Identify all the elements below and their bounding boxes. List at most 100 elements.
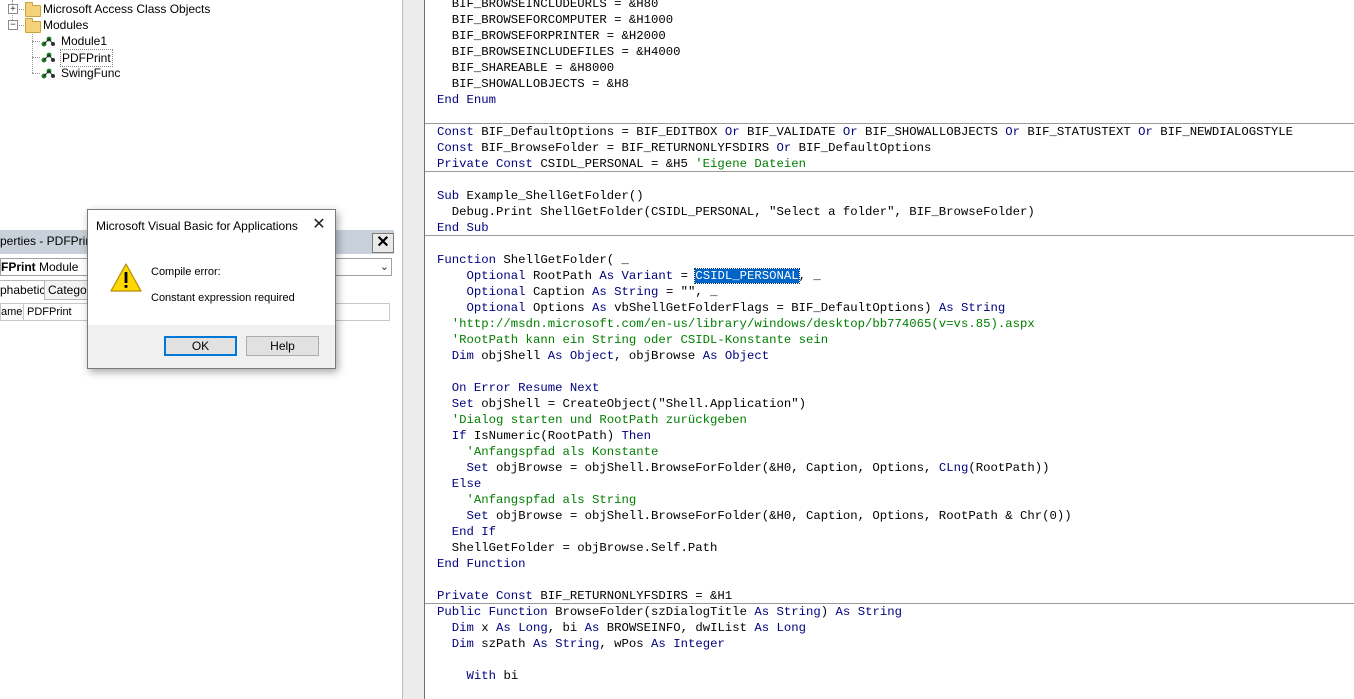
code-line[interactable]: Public Function BrowseFolder(szDialogTit… bbox=[437, 604, 902, 620]
code-line[interactable]: Optional Options As vbShellGetFolderFlag… bbox=[437, 300, 1006, 316]
help-button[interactable]: Help bbox=[246, 336, 319, 356]
code-keyword: As bbox=[592, 301, 607, 315]
chevron-down-icon[interactable]: ⌄ bbox=[380, 260, 389, 273]
code-line[interactable]: BIF_SHOWALLOBJECTS = &H8 bbox=[437, 76, 629, 92]
code-text: objBrowse = objShell.BrowseForFolder(&H0… bbox=[488, 509, 1072, 523]
expand-plus-icon[interactable]: + bbox=[8, 4, 18, 14]
code-line[interactable]: 'http://msdn.microsoft.com/en-us/library… bbox=[437, 316, 1035, 332]
code-text: BrowseFolder(szDialogTitle bbox=[547, 605, 755, 619]
code-line[interactable]: 'Anfangspfad als String bbox=[437, 492, 637, 508]
code-line[interactable]: With bi bbox=[437, 668, 519, 684]
property-value[interactable]: PDFPrint bbox=[27, 304, 72, 320]
tree-item-label: Modules bbox=[43, 18, 89, 32]
code-line[interactable]: Function ShellGetFolder( _ bbox=[437, 252, 629, 268]
code-keyword: If bbox=[451, 429, 467, 443]
property-name: ame) bbox=[1, 304, 24, 320]
code-text: BIF_STATUSTEXT bbox=[1020, 125, 1139, 139]
project-explorer-tree: + Microsoft Access Class Objects − Modul… bbox=[0, 0, 402, 230]
code-comment: 'Eigene Dateien bbox=[695, 157, 806, 171]
code-line[interactable]: End If bbox=[437, 524, 496, 540]
code-line[interactable]: Dim x As Long, bi As BROWSEINFO, dwIList… bbox=[437, 620, 806, 636]
code-line[interactable]: Private Const CSIDL_PERSONAL = &H5 'Eige… bbox=[437, 156, 806, 172]
code-comment: 'http://msdn.microsoft.com/en-us/library… bbox=[451, 317, 1035, 331]
code-keyword: Or bbox=[776, 141, 792, 155]
dialog-close-button[interactable]: ✕ bbox=[310, 216, 328, 234]
code-line[interactable]: Optional RootPath As Variant = CSIDL_PER… bbox=[437, 268, 821, 284]
code-line[interactable]: BIF_BROWSEFORCOMPUTER = &H1000 bbox=[437, 12, 673, 28]
properties-close-button[interactable]: ✕ bbox=[372, 233, 394, 253]
code-line[interactable]: 'Anfangspfad als Konstante bbox=[437, 444, 659, 460]
code-text: Options bbox=[525, 301, 592, 315]
tree-item-modules[interactable]: − Modules bbox=[0, 17, 250, 33]
code-keyword: As bbox=[651, 637, 666, 651]
ok-button[interactable]: OK bbox=[164, 336, 237, 356]
tree-item-swingfunc[interactable]: SwingFunc bbox=[0, 65, 250, 81]
code-line[interactable]: Optional Caption As String = "", _ bbox=[437, 284, 718, 300]
code-line[interactable]: Sub Example_ShellGetFolder() bbox=[437, 188, 644, 204]
warning-icon bbox=[110, 263, 142, 292]
code-keyword: Set bbox=[451, 397, 474, 411]
code-line[interactable]: BIF_BROWSEFORPRINTER = &H2000 bbox=[437, 28, 666, 44]
code-line[interactable]: Dim szPath As String, wPos As Integer bbox=[437, 636, 725, 652]
code-line[interactable]: Debug.Print ShellGetFolder(CSIDL_PERSONA… bbox=[437, 204, 1035, 220]
code-keyword: End Function bbox=[437, 557, 526, 571]
code-line[interactable]: End Enum bbox=[437, 92, 496, 108]
code-line[interactable]: Set objBrowse = objShell.BrowseForFolder… bbox=[437, 508, 1072, 524]
collapse-minus-icon[interactable]: − bbox=[8, 20, 18, 30]
code-line[interactable]: Set objBrowse = objShell.BrowseForFolder… bbox=[437, 460, 1050, 476]
code-keyword: CLng bbox=[938, 461, 969, 475]
code-comment: 'Anfangspfad als Konstante bbox=[466, 445, 659, 459]
code-keyword: Set bbox=[466, 461, 489, 475]
tree-item-access-class-objects[interactable]: + Microsoft Access Class Objects bbox=[0, 1, 250, 17]
code-line[interactable]: Const BIF_DefaultOptions = BIF_EDITBOX O… bbox=[437, 124, 1293, 140]
code-line[interactable]: Set objShell = CreateObject("Shell.Appli… bbox=[437, 396, 806, 412]
code-line[interactable]: Else bbox=[437, 476, 482, 492]
code-keyword: Optional bbox=[466, 301, 526, 315]
code-line[interactable]: BIF_BROWSEINCLUDEFILES = &H4000 bbox=[437, 44, 681, 60]
code-line[interactable]: Private Const BIF_RETURNONLYFSDIRS = &H1 bbox=[437, 588, 732, 604]
code-line[interactable]: 'Dialog starten und RootPath zurückgeben bbox=[437, 412, 747, 428]
code-line[interactable]: BIF_BROWSEINCLUDEURLS = &H80 bbox=[437, 0, 659, 12]
code-keyword: On Error Resume Next bbox=[451, 381, 600, 395]
code-text: ShellGetFolder( _ bbox=[496, 253, 629, 267]
code-keyword: Or bbox=[1138, 125, 1153, 139]
code-keyword: Variant bbox=[621, 269, 674, 283]
code-line[interactable]: End Sub bbox=[437, 220, 489, 236]
code-line[interactable]: BIF_SHAREABLE = &H8000 bbox=[437, 60, 614, 76]
code-line[interactable]: If IsNumeric(RootPath) Then bbox=[437, 428, 651, 444]
dialog-message-heading: Compile error: bbox=[151, 266, 221, 278]
code-text: ShellGetFolder = objBrowse.Self.Path bbox=[437, 541, 718, 555]
code-line[interactable]: On Error Resume Next bbox=[437, 380, 600, 396]
module-icon bbox=[41, 52, 55, 63]
code-text: , _ bbox=[798, 269, 821, 283]
code-text: CSIDL_PERSONAL = &H5 bbox=[532, 157, 696, 171]
code-editor[interactable]: BIF_BROWSEINCLUDEURLS = &H80 BIF_BROWSEF… bbox=[424, 0, 1354, 699]
tree-item-module1[interactable]: Module1 bbox=[0, 33, 250, 49]
pane-splitter[interactable] bbox=[402, 0, 426, 699]
code-line[interactable]: Dim objShell As Object, objBrowse As Obj… bbox=[437, 348, 769, 364]
tab-alphabetic[interactable]: phabetic bbox=[0, 280, 50, 300]
code-keyword: String bbox=[614, 285, 659, 299]
code-text: objShell bbox=[473, 349, 548, 363]
code-line[interactable]: End Function bbox=[437, 556, 526, 572]
tree-item-pdfprint[interactable]: PDFPrint bbox=[0, 49, 250, 67]
code-keyword: As bbox=[496, 621, 511, 635]
code-keyword: Dim bbox=[451, 637, 474, 651]
code-comment: 'Dialog starten und RootPath zurückgeben bbox=[451, 413, 747, 427]
code-line[interactable]: ShellGetFolder = objBrowse.Self.Path bbox=[437, 540, 718, 556]
code-text: szPath bbox=[473, 637, 533, 651]
code-line[interactable]: 'RootPath kann ein String oder CSIDL-Kon… bbox=[437, 332, 828, 348]
code-keyword: As bbox=[835, 605, 851, 619]
code-line[interactable]: Const BIF_BrowseFolder = BIF_RETURNONLYF… bbox=[437, 140, 931, 156]
